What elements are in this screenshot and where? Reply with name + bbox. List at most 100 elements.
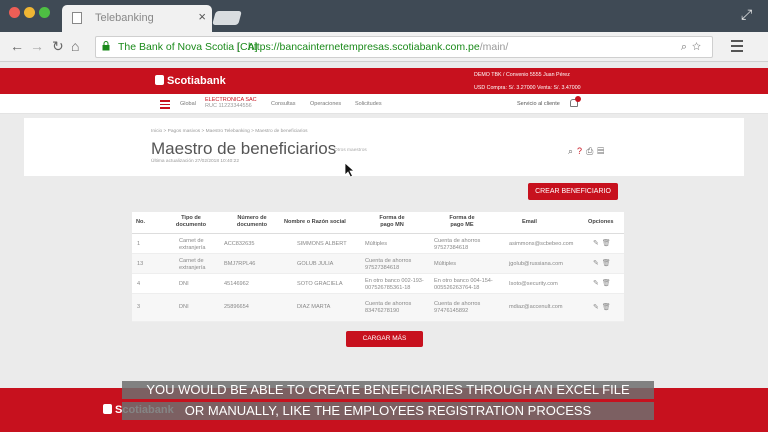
address-bar[interactable]: The Bank of Nova Scotia [CA] | https://b… <box>95 36 713 58</box>
trash-icon[interactable]: 🗑 <box>602 280 614 287</box>
lock-icon <box>102 41 110 51</box>
page-icon <box>72 12 82 24</box>
row-pay-me: En otro banco 004-154-005526263764-18 <box>434 278 493 291</box>
new-tab-button[interactable] <box>212 11 242 25</box>
create-beneficiary-button[interactable]: CREAR BENEFICIARIO <box>528 183 618 200</box>
logo-mark-icon <box>103 404 112 414</box>
col-doc-number: Número de documento <box>236 215 268 228</box>
browser-toolbar: ← → ↻ ⌂ The Bank of Nova Scotia [CA] | h… <box>0 32 768 62</box>
row-name: DIAZ MARTA <box>297 304 331 310</box>
browser-tab[interactable]: Telebanking × <box>62 5 212 32</box>
minimize-window-icon[interactable] <box>24 7 35 18</box>
url-path: /main/ <box>479 41 509 53</box>
row-pay-me: Múltiples <box>434 261 457 267</box>
caption-line-1: YOU WOULD BE ABLE TO CREATE BENEFICIARIE… <box>122 381 654 399</box>
tab-close-icon[interactable]: × <box>198 9 206 24</box>
forward-icon[interactable]: → <box>30 38 44 54</box>
row-email: jgolub@russiana.com <box>509 261 563 267</box>
back-icon[interactable]: ← <box>10 38 24 54</box>
col-name: Nombre o Razón social <box>284 219 346 225</box>
col-pay-mn: Forma de pago MN <box>379 215 405 228</box>
search-icon[interactable]: ⌕ <box>568 146 577 156</box>
table-row[interactable]: 3 DNI 25896654 DIAZ MARTA Cuenta de ahor… <box>132 294 624 322</box>
load-more-button[interactable]: CARGAR MÁS <box>346 331 423 347</box>
table-row[interactable]: 13 Carnet de extranjería BMJ7RPL46 GOLUB… <box>132 254 624 274</box>
row-pay-me: Cuenta de ahorros 97527384618 <box>434 238 481 251</box>
tab-title: Telebanking <box>95 12 154 24</box>
row-name: GOLUB JULIA <box>297 261 334 267</box>
col-options: Opciones <box>588 219 614 225</box>
col-pay-me: Forma de pago ME <box>449 215 475 228</box>
beneficiaries-table: No. Tipo de documento Número de document… <box>132 212 624 322</box>
row-doc-type: DNI <box>179 281 189 287</box>
trash-icon[interactable]: 🗑 <box>602 304 614 311</box>
site-header: Scotiabank DEMO TBK / Convenio 5555 Juan… <box>0 68 768 94</box>
row-pay-mn: En otro banco 002-193-007526785361-18 <box>365 278 424 291</box>
col-doc-type: Tipo de documento <box>175 215 207 228</box>
trash-icon[interactable]: 🗑 <box>602 240 614 247</box>
browser-tabstrip: Telebanking × ⤢ <box>0 0 768 32</box>
row-doc-number: BMJ7RPL46 <box>224 261 256 267</box>
edit-icon[interactable]: ✎ <box>593 260 602 267</box>
nav-consultas[interactable]: Consultas <box>271 101 295 107</box>
row-email: asimmons@scbebeo.com <box>509 241 574 247</box>
help-icon[interactable]: ? <box>577 146 586 156</box>
scotiabank-logo[interactable]: Scotiabank <box>155 75 226 87</box>
company-selector[interactable]: ELECTRONICA SAC RUC 11223344556 <box>205 97 257 109</box>
table-row[interactable]: 4 DNI 45146962 SOTO GRACIELA En otro ban… <box>132 274 624 294</box>
row-no: 3 <box>137 304 141 310</box>
customer-service-link[interactable]: Servicio al cliente <box>517 101 560 107</box>
row-name: SOTO GRACIELA <box>297 281 343 287</box>
user-line[interactable]: DEMO TBK / Convenio 5555 Juan Pérez <box>474 71 581 80</box>
page-header-card: Inicio > Pagos masivos > Maestro Teleban… <box>24 118 744 176</box>
row-doc-type: Carnet de extranjería <box>179 238 206 251</box>
row-no: 1 <box>137 241 141 247</box>
url-domain: https://bancainternetempresas.scotiabank… <box>248 41 480 53</box>
zoom-icon[interactable]: ⌕ <box>681 41 692 53</box>
edit-icon[interactable]: ✎ <box>593 280 602 287</box>
close-window-icon[interactable] <box>9 7 20 18</box>
edit-icon[interactable]: ✎ <box>593 240 602 247</box>
breadcrumb[interactable]: Inicio > Pagos masivos > Maestro Teleban… <box>151 129 308 134</box>
table-header: No. Tipo de documento Número de document… <box>132 212 624 234</box>
site-nav: Global ELECTRONICA SAC RUC 11223344556 C… <box>0 94 768 114</box>
row-doc-number: ACC832635 <box>224 241 255 247</box>
trash-icon[interactable]: 🗑 <box>602 260 614 267</box>
row-doc-type: DNI <box>179 304 189 310</box>
export-icon[interactable]: ▤ <box>597 146 608 156</box>
col-email: Email <box>522 219 537 225</box>
exchange-rate: USD Compra: S/. 3.27000 Venta: S/. 3.470… <box>474 85 581 91</box>
edit-icon[interactable]: ✎ <box>593 304 602 311</box>
bookmark-star-icon[interactable]: ☆ <box>692 41 706 53</box>
notification-badge <box>575 96 581 102</box>
reload-icon[interactable]: ↻ <box>52 38 64 55</box>
row-email: mdiaz@accenult.com <box>509 304 563 310</box>
browser-menu-icon[interactable] <box>731 40 743 55</box>
nav-global[interactable]: Global <box>180 101 196 107</box>
row-email: Isoto@security.com <box>509 281 558 287</box>
table-row[interactable]: 1 Carnet de extranjería ACC832635 SIMMON… <box>132 234 624 254</box>
row-pay-me: Cuenta de ahorros 97476145892 <box>434 301 481 314</box>
col-no: No. <box>136 219 146 225</box>
page-title: Maestro de beneficiarios <box>151 139 337 158</box>
row-no: 4 <box>137 281 141 287</box>
row-pay-mn: Cuenta de ahorros 97527384618 <box>365 258 412 271</box>
fullscreen-icon[interactable]: ⤢ <box>741 6 752 23</box>
company-ruc: RUC 11223344556 <box>205 103 252 109</box>
row-options: ✎🗑 <box>593 239 614 247</box>
row-doc-number: 25896654 <box>224 304 249 310</box>
mouse-cursor-icon <box>344 162 356 178</box>
nav-operaciones[interactable]: Operaciones <box>310 101 341 107</box>
url-text: https://bancainternetempresas.scotiabank… <box>248 37 508 57</box>
url-separator: | <box>236 41 239 53</box>
hamburger-menu-icon[interactable] <box>160 100 170 111</box>
home-icon[interactable]: ⌂ <box>71 38 79 54</box>
maximize-window-icon[interactable] <box>39 7 50 18</box>
print-icon[interactable]: ⎙ <box>586 146 597 156</box>
logo-mark-icon <box>155 75 164 85</box>
row-doc-type: Carnet de extranjería <box>179 258 206 271</box>
other-masters-dropdown[interactable]: Otros maestros <box>334 148 367 153</box>
nav-solicitudes[interactable]: Solicitudes <box>355 101 382 107</box>
last-updated: Última actualización 27/02/2018 10:40:22 <box>151 159 240 164</box>
row-options: ✎🗑 <box>593 303 614 311</box>
